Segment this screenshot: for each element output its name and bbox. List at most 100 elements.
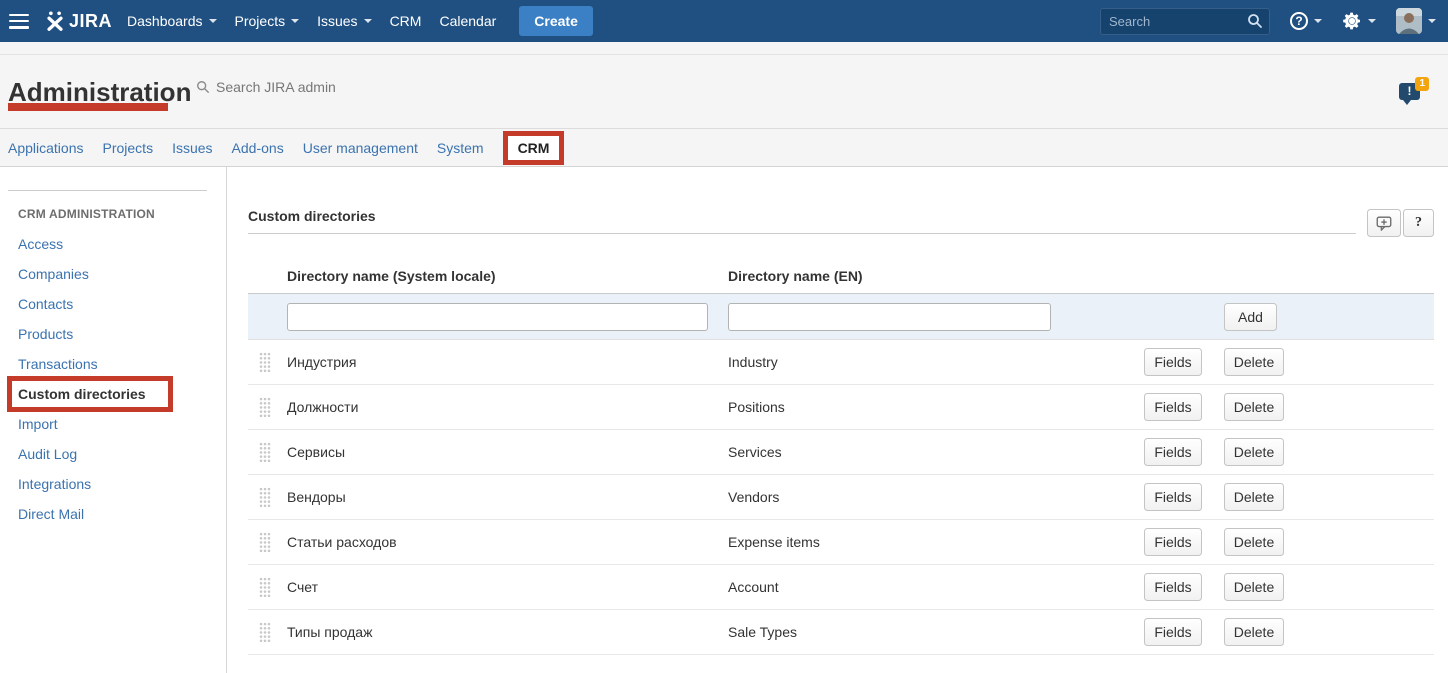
sidebar-item-integrations[interactable]: Integrations [0,469,226,499]
search-input[interactable] [1100,8,1270,35]
nav-menu: Dashboards Projects Issues CRM Calendar [118,0,505,42]
notification-badge: 1 [1415,77,1429,91]
delete-button[interactable]: Delete [1224,618,1284,646]
tab-issues[interactable]: Issues [172,140,212,156]
chevron-down-icon [364,19,372,23]
sidebar-item-direct-mail[interactable]: Direct Mail [0,499,226,529]
admin-search-input[interactable] [216,79,396,95]
delete-button[interactable]: Delete [1224,393,1284,421]
table-row: Вендоры Vendors Fields Delete [248,475,1434,520]
directory-name-locale: Типы продаж [287,624,728,640]
drag-handle-icon[interactable] [259,622,271,643]
delete-button[interactable]: Delete [1224,483,1284,511]
create-button[interactable]: Create [519,6,593,36]
drag-handle-icon[interactable] [259,487,271,508]
fields-button[interactable]: Fields [1144,573,1202,601]
directory-name-en: Account [728,579,1144,595]
sidebar-item-audit-log[interactable]: Audit Log [0,439,226,469]
drag-handle-icon[interactable] [259,352,271,373]
drag-handle-icon[interactable] [259,577,271,598]
tab-crm[interactable]: CRM [503,131,565,165]
annotation-underline-administration [8,103,168,111]
delete-button[interactable]: Delete [1224,438,1284,466]
search-icon[interactable] [1247,13,1263,29]
hamburger-menu-icon[interactable] [9,14,29,29]
table-row: Счет Account Fields Delete [248,565,1434,610]
sidebar-item-transactions[interactable]: Transactions [0,349,226,379]
chevron-down-icon [209,19,217,23]
sidebar-item-companies[interactable]: Companies [0,259,226,289]
table-row: Должности Positions Fields Delete [248,385,1434,430]
directory-name-en: Industry [728,354,1144,370]
feedback-button[interactable] [1367,209,1401,237]
fields-button[interactable]: Fields [1144,618,1202,646]
fields-button[interactable]: Fields [1144,393,1202,421]
jira-logo-text: JIRA [69,11,112,32]
help-icon: ? [1290,12,1308,30]
nav-item-issues[interactable]: Issues [308,0,380,42]
nav-item-calendar[interactable]: Calendar [430,0,505,42]
sidebar-item-products[interactable]: Products [0,319,226,349]
tab-system[interactable]: System [437,140,484,156]
tab-user-management[interactable]: User management [303,140,418,156]
fields-button[interactable]: Fields [1144,348,1202,376]
notification-icon[interactable]: ! 1 [1399,77,1429,105]
table-row: Типы продаж Sale Types Fields Delete [248,610,1434,655]
tab-projects[interactable]: Projects [103,140,154,156]
delete-button[interactable]: Delete [1224,573,1284,601]
navbar-right: ? [1100,8,1436,35]
sidebar-item-import[interactable]: Import [0,409,226,439]
main-content: Custom directories ? Directory name (Sys… [227,167,1448,673]
header-spacer-band [0,42,1448,55]
new-directory-locale-input[interactable] [287,303,708,331]
tab-applications[interactable]: Applications [8,140,84,156]
add-button[interactable]: Add [1224,303,1277,331]
directory-name-locale: Счет [287,579,728,595]
nav-item-projects[interactable]: Projects [226,0,309,42]
fields-button[interactable]: Fields [1144,528,1202,556]
chevron-down-icon [291,19,299,23]
avatar [1396,8,1422,34]
sidebar-heading: CRM ADMINISTRATION [18,207,226,221]
top-navbar: JIRA Dashboards Projects Issues CRM Cale… [0,0,1448,42]
new-directory-en-input[interactable] [728,303,1051,331]
tab-add-ons[interactable]: Add-ons [232,140,284,156]
gear-icon [1342,11,1362,31]
directory-name-locale: Вендоры [287,489,728,505]
crm-admin-sidebar: CRM ADMINISTRATION Access Companies Cont… [0,167,227,673]
directory-name-en: Positions [728,399,1144,415]
drag-handle-icon[interactable] [259,397,271,418]
directory-name-locale: Статьи расходов [287,534,728,550]
jira-logo[interactable]: JIRA [44,10,112,32]
delete-button[interactable]: Delete [1224,528,1284,556]
directory-name-en: Sale Types [728,624,1144,640]
directory-name-en: Expense items [728,534,1144,550]
help-button[interactable]: ? [1403,209,1434,237]
search-icon [196,80,210,94]
sidebar-divider [8,190,207,191]
delete-button[interactable]: Delete [1224,348,1284,376]
sidebar-item-access[interactable]: Access [0,229,226,259]
help-menu[interactable]: ? [1290,12,1322,30]
directory-name-en: Vendors [728,489,1144,505]
nav-item-dashboards[interactable]: Dashboards [118,0,226,42]
fields-button[interactable]: Fields [1144,438,1202,466]
directories-table: Directory name (System locale) Directory… [248,234,1434,655]
sidebar-item-custom-directories[interactable]: Custom directories [7,376,173,412]
drag-handle-icon[interactable] [259,442,271,463]
chevron-down-icon [1428,19,1436,23]
table-row: Сервисы Services Fields Delete [248,430,1434,475]
admin-settings-menu[interactable] [1342,11,1376,31]
drag-handle-icon[interactable] [259,532,271,553]
table-row: Индустрия Industry Fields Delete [248,340,1434,385]
admin-header: Administration ! 1 [0,55,1448,129]
add-directory-row: Add [248,294,1434,340]
navbar-search [1100,8,1270,35]
chevron-down-icon [1368,19,1376,23]
feedback-bubble-plus-icon [1375,214,1393,232]
fields-button[interactable]: Fields [1144,483,1202,511]
user-profile-menu[interactable] [1396,8,1436,34]
sidebar-item-contacts[interactable]: Contacts [0,289,226,319]
table-row: Статьи расходов Expense items Fields Del… [248,520,1434,565]
nav-item-crm[interactable]: CRM [381,0,431,42]
